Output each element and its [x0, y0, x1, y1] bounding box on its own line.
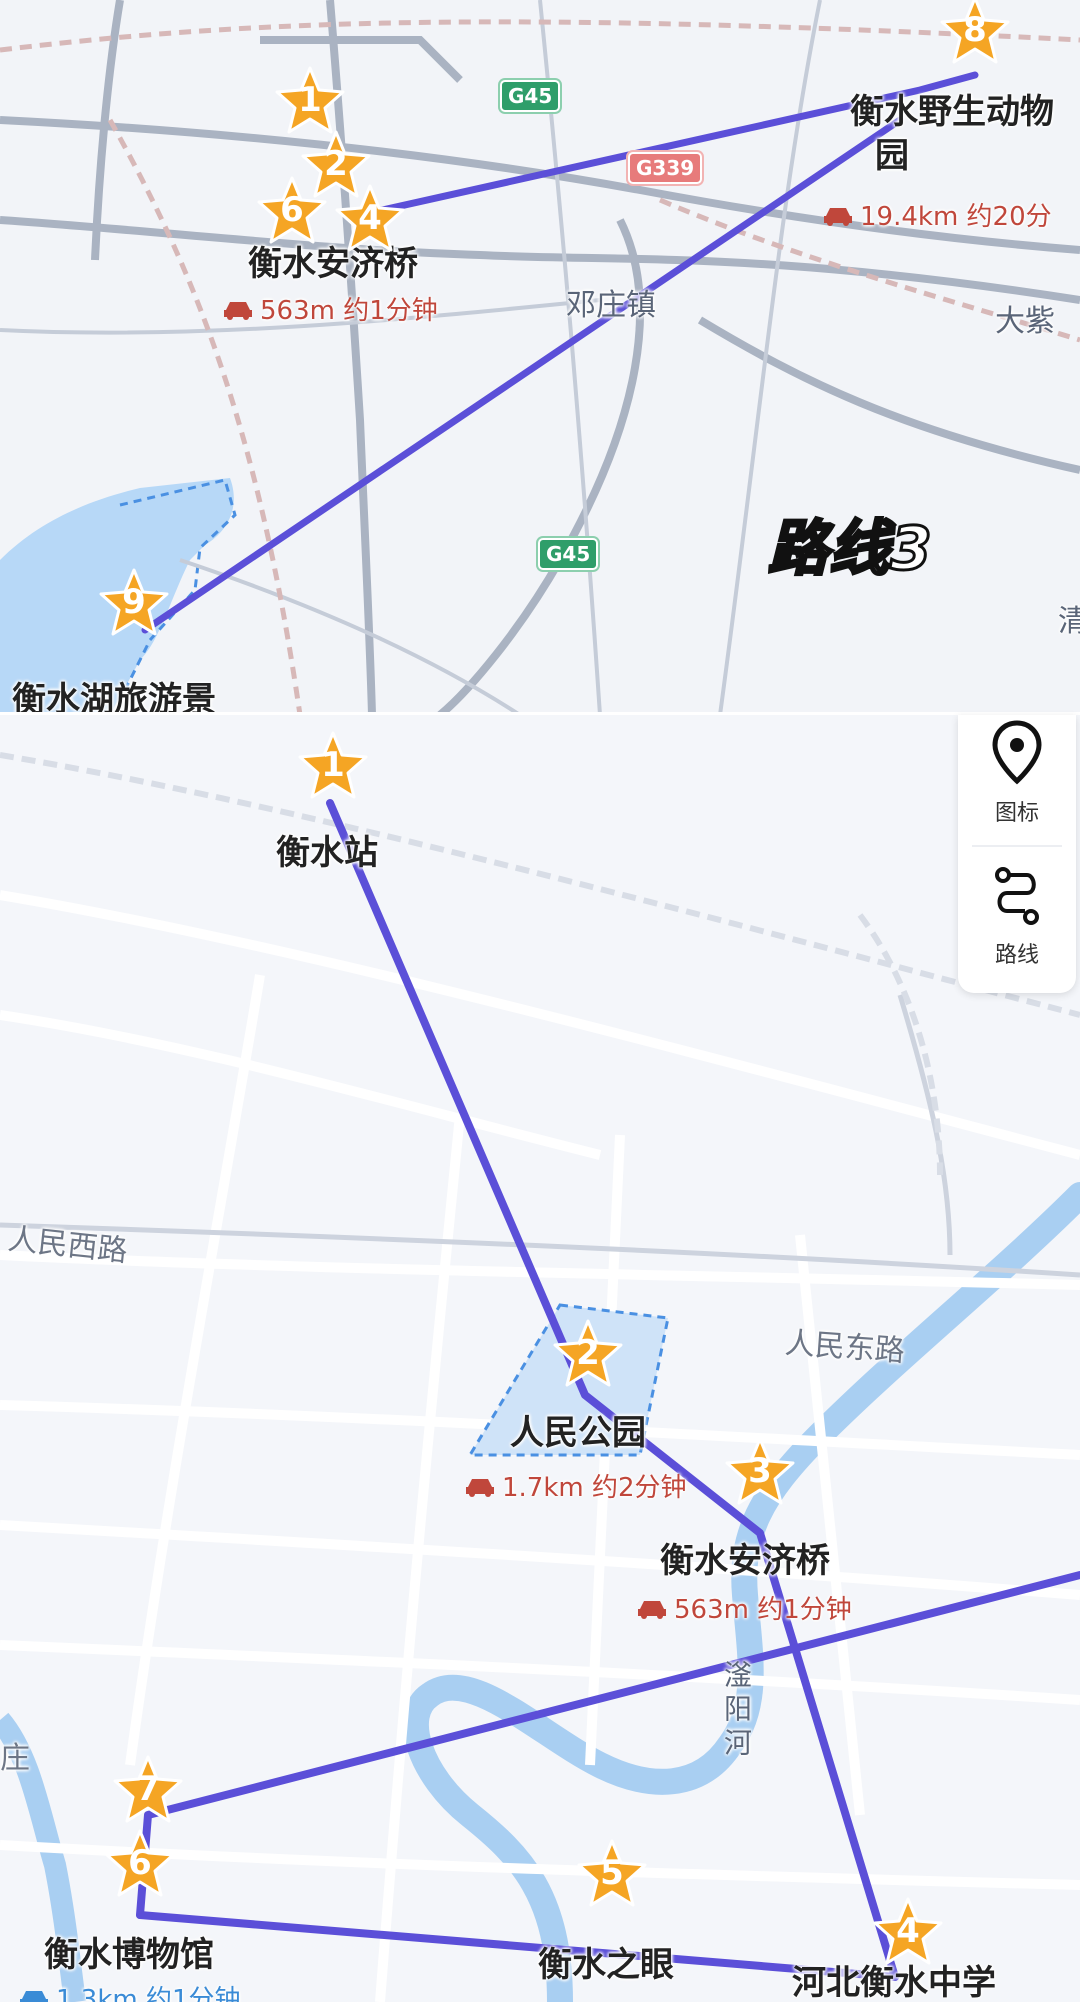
place-label-zoo[interactable]: 衡水野生动物 园: [850, 90, 1054, 178]
route-toggle-label: 路线: [994, 943, 1039, 968]
distance-label-park: 1.7km 约2分钟: [464, 1467, 687, 1504]
place-label-museum[interactable]: 衡水博物馆: [44, 1927, 214, 1976]
distance-label-bridge: 563m 约1分钟: [222, 290, 438, 327]
marker-2[interactable]: 2: [548, 1315, 628, 1395]
place-label-station[interactable]: 衡水站: [276, 825, 378, 874]
car-icon: [20, 1990, 48, 2002]
distance-text: 563m 约1分钟: [674, 1595, 852, 1625]
location-pin-icon: [992, 720, 1042, 785]
marker-number: 2: [324, 144, 348, 184]
town-label-dengzhuang: 邓庄镇: [566, 288, 656, 323]
marker-number: 2: [576, 1333, 600, 1373]
marker-4[interactable]: 4: [868, 1893, 948, 1973]
distance-text: 563m 约1分钟: [260, 296, 438, 326]
marker-8[interactable]: 8: [935, 0, 1015, 72]
marker-1[interactable]: 1: [270, 62, 350, 142]
marker-number: 6: [128, 1843, 152, 1883]
distance-text: 1.3km 约1分钟: [56, 1985, 241, 2002]
highway-shield-g339: G339: [628, 152, 703, 184]
distance-label-museum: 1.3km 约1分钟: [18, 1979, 241, 2002]
detail-map[interactable]: 人民西路 人民东路 滏阳河 庄 衡水站 人民公园 1.7km 约2分钟 衡水安济…: [0, 715, 1080, 2002]
distance-label-zoo: 19.4km 约20分: [822, 196, 1052, 233]
town-label-dazi: 大紫: [995, 304, 1055, 339]
toolbar-divider: [972, 845, 1062, 847]
marker-9[interactable]: 9: [94, 564, 174, 644]
marker-number: 9: [122, 582, 146, 622]
marker-number: 1: [298, 80, 322, 120]
marker-number: 4: [896, 1911, 920, 1951]
marker-number: 1: [321, 745, 345, 785]
place-label-park[interactable]: 人民公园: [510, 1405, 646, 1454]
place-label-eye[interactable]: 衡水之眼: [538, 1937, 674, 1986]
marker-number: 8: [963, 10, 987, 50]
place-label-bridge[interactable]: 衡水安济桥: [660, 1533, 830, 1582]
marker-number: 3: [748, 1451, 772, 1491]
marker-number: 5: [600, 1853, 624, 1893]
map-toolbar: 图标 路线: [958, 715, 1076, 993]
edge-label: 庄: [0, 1741, 30, 1776]
icon-toggle-label: 图标: [994, 801, 1039, 826]
place-label-lake[interactable]: 衡水湖旅游景: [12, 672, 216, 715]
route-tag: 路线3: [767, 513, 934, 586]
car-icon: [638, 1600, 666, 1619]
route-toggle-button[interactable]: 路线: [958, 865, 1076, 969]
place-label-zoo-line2: 园: [875, 136, 909, 176]
car-icon: [824, 207, 852, 226]
distance-text: 19.4km 约20分: [860, 202, 1052, 232]
distance-text: 1.7km 约2分钟: [502, 1473, 687, 1503]
marker-3[interactable]: 3: [720, 1433, 800, 1513]
place-label-zoo-line1: 衡水野生动物: [850, 92, 1054, 132]
route-path-icon: [995, 867, 1039, 925]
overview-map[interactable]: G45 G339 G45 邓庄镇 大紫 清 路线3 衡水安济桥 563m 约1分…: [0, 0, 1080, 715]
distance-label-bridge: 563m 约1分钟: [636, 1589, 852, 1626]
icon-toggle-button[interactable]: 图标: [958, 719, 1076, 827]
river-label-fuyang: 滏阳河: [720, 1660, 753, 1762]
edge-label: 清: [1058, 604, 1080, 639]
marker-number: 7: [136, 1769, 160, 1809]
highway-shield-g45: G45: [500, 80, 561, 112]
car-icon: [466, 1478, 494, 1497]
car-icon: [224, 301, 252, 320]
marker-6[interactable]: 6: [100, 1825, 180, 1905]
marker-5[interactable]: 5: [572, 1835, 652, 1915]
marker-7[interactable]: 7: [108, 1751, 188, 1831]
highway-shield-g45-south: G45: [538, 538, 599, 570]
road-label-renmin-east: 人民东路: [783, 1325, 906, 1370]
marker-1[interactable]: 1: [293, 727, 373, 807]
